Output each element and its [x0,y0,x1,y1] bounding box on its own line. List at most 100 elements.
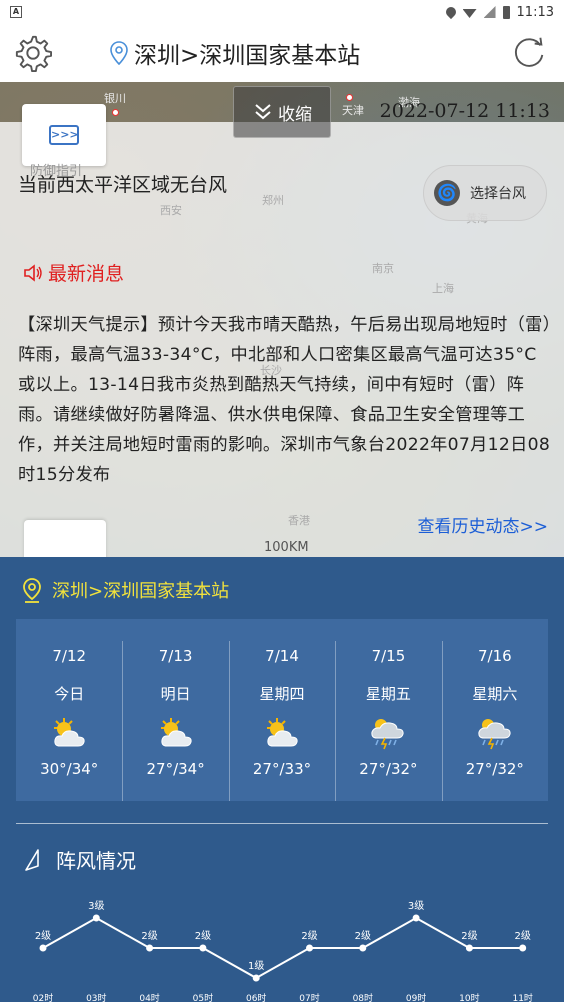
gust-data-label: 3级 [408,900,424,912]
gust-x-tick: 11时 [512,992,532,1002]
gust-line [42,916,523,980]
gust-point [146,944,154,952]
thunder-shower-icon [476,716,514,750]
gust-data-label: 2级 [35,930,51,942]
forecast-date: 7/14 [265,647,299,665]
map-label: 上海 [432,282,454,295]
gust-header: 阵风情况 [22,845,136,874]
signal-icon [483,6,496,18]
forecast-date: 7/13 [158,647,193,665]
forecast-temp: 27°/34° [146,760,205,778]
partly-cloudy-icon [157,716,195,750]
forecast-temp: 27°/33° [252,760,312,778]
gust-point [92,914,100,922]
map-timestamp: 2022-07-12 11:13 [379,100,550,122]
location-title[interactable]: 深圳>深圳国家基本站 [110,36,360,70]
latest-news-header: 最新消息 [22,259,124,286]
location-pin-icon [23,578,41,603]
clock: 11:13 [516,4,554,20]
forecast-date: 7/12 [52,647,87,665]
select-typhoon-button[interactable]: 🌀 选择台风 [423,165,547,221]
map-scale: 100KM [264,540,309,555]
gust-data-label: 2级 [195,930,211,942]
wifi-icon [462,9,477,18]
forecast-weekday: 今日 [54,685,85,703]
map-label: 南京 [372,262,394,275]
forecast-weekday: 星期五 [365,685,411,703]
wind-flag-icon [25,848,39,871]
station-header[interactable]: 深圳>深圳国家基本站 [22,577,229,603]
gust-x-tick: 09时 [406,992,426,1002]
forecast-day-4[interactable]: 7/16 星期六 27°/32° [441,619,548,801]
location-text: 深圳>深圳国家基本站 [134,43,361,69]
defense-guide-button[interactable]: >>> [22,104,106,166]
app-header: 深圳>深圳国家基本站 [0,24,564,82]
forecast-weekday: 星期六 [472,685,518,703]
map-label: 西安 [160,204,182,217]
collapse-button[interactable]: 收缩 [233,86,331,138]
location-pin-icon [110,41,128,65]
partly-cloudy-icon [263,716,301,750]
map-label: 天津 [342,104,364,117]
gust-point [39,944,47,952]
battery-icon [502,5,510,19]
gust-point [199,944,207,952]
history-link[interactable]: 查看历史动态>> [418,512,549,537]
weather-map[interactable]: 银川 天津 渤海 郑州 西安 黄海 上海 南京 长沙 香港 2022-07-12… [0,82,564,557]
gust-point [306,944,313,952]
forecast-date: 7/15 [371,647,406,665]
gust-point [252,974,260,982]
forecast-day-2[interactable]: 7/14 星期四 27°/33° [228,619,335,801]
refresh-icon[interactable] [510,34,548,72]
gust-x-tick: 07时 [299,992,319,1002]
news-content: 【深圳天气提示】预计今天我市晴天酷热，午后易出现局地短时（雷）阵雨，最高气温33… [18,315,552,485]
forecast-table: 7/12 今日 30°/34° 7/13 明日 27°/34° 7/14 星期四 27°/33°… [16,619,548,801]
map-label: 香港 [288,514,310,527]
map-label: 郑州 [262,194,284,207]
select-typhoon-label: 选择台风 [470,186,526,202]
gust-point [519,944,527,952]
gust-x-tick: 04时 [139,992,159,1002]
collapse-label: 收缩 [278,104,312,125]
station-panel: 深圳>深圳国家基本站 7/12 今日 30°/34° 7/13 明日 27°/34° 7/1… [0,557,564,1002]
double-chevron-down-icon [255,104,271,120]
thunder-shower-icon [369,716,407,750]
typhoon-status: 当前西太平洋区域无台风 [18,174,228,196]
gust-x-tick: 05时 [193,992,213,1002]
gust-x-tick: 06时 [246,992,266,1002]
status-bar: A 11:13 [0,0,564,24]
gust-title: 阵风情况 [56,849,136,873]
gust-data-label: 1级 [248,960,264,972]
gust-data-label: 3级 [88,900,104,912]
forecast-weekday: 明日 [160,685,191,703]
map-label: 银川 [104,92,126,105]
gear-icon[interactable] [14,34,52,72]
location-status-icon [443,4,458,20]
status-icons: 11:13 [443,4,554,20]
gust-data-label: 2级 [355,930,371,942]
gust-point [465,944,473,952]
latest-news-title: 最新消息 [48,263,125,285]
gust-data-label: 2级 [515,930,531,942]
forecast-date: 7/16 [477,647,512,665]
gust-x-tick: 03时 [86,992,106,1002]
gust-x-tick: 02时 [33,992,53,1002]
map-city-marker [346,94,353,101]
forecast-day-1[interactable]: 7/13 明日 27°/34° [122,619,228,801]
divider [16,823,548,824]
partly-cloudy-icon [50,716,88,750]
map-city-marker [112,109,119,116]
typhoon-icon: 🌀 [434,180,460,206]
notification-icon: A [10,6,22,18]
gust-data-label: 2级 [301,930,317,942]
gust-x-tick: 08时 [353,992,373,1002]
forecast-temp: 27°/32° [359,760,418,778]
forecast-day-3[interactable]: 7/15 星期五 27°/32° [335,619,441,801]
gust-chart: 2级 02时 3级 03时 2级 04时 2级 05时 1级 06时 2级 07时 2级 08时 3级 09时… [33,900,533,1002]
forecast-day-0[interactable]: 7/12 今日 30°/34° [16,619,122,801]
gust-data-label: 2级 [461,930,477,942]
gust-data-label: 2级 [141,930,157,942]
map-tool-button[interactable] [24,520,106,557]
forecast-temp: 30°/34° [40,760,99,778]
gust-x-tick: 10时 [459,992,479,1002]
